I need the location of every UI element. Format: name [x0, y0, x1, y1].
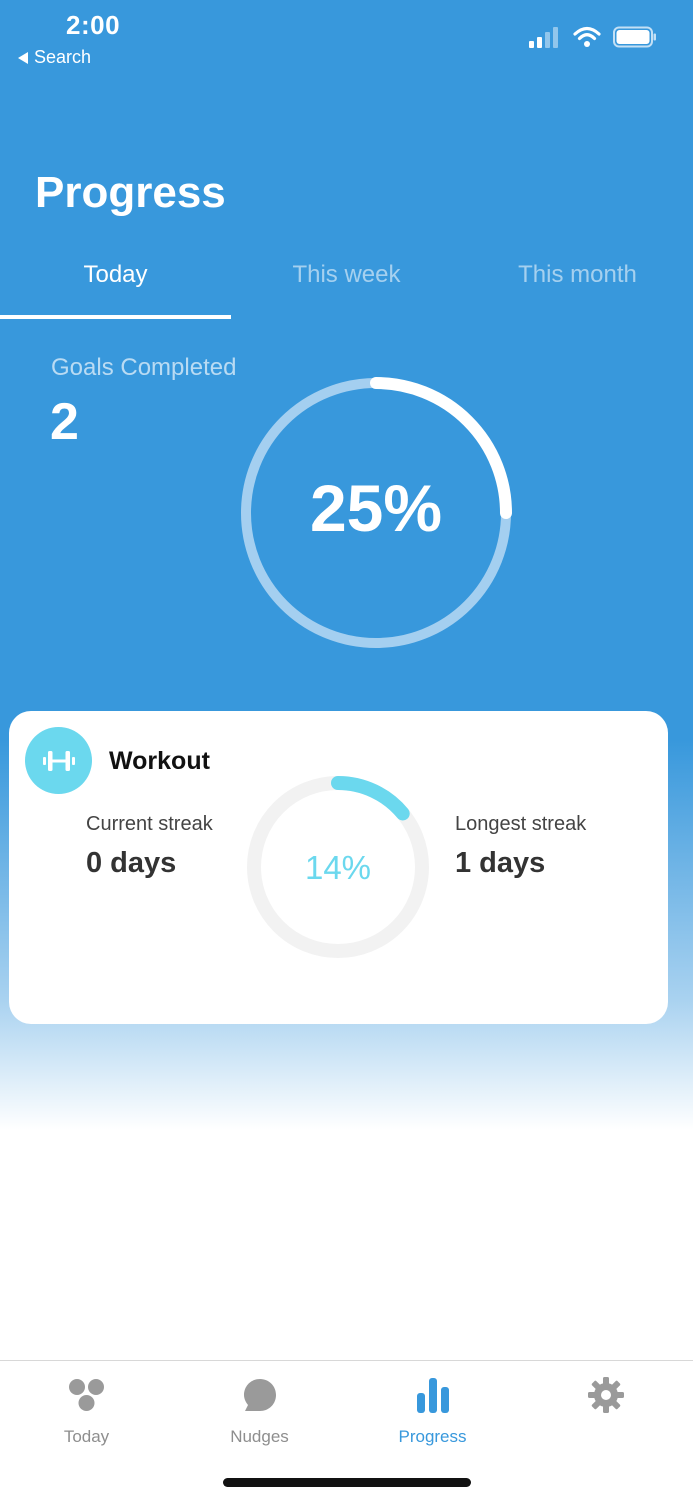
goals-completed-label: Goals Completed: [51, 354, 237, 381]
tabbar-label-today: Today: [63, 1427, 110, 1446]
period-tabs: Today This week This month: [0, 255, 693, 319]
tab-this-week[interactable]: This week: [231, 255, 462, 319]
status-icons: [529, 26, 657, 48]
wifi-icon: [573, 26, 601, 47]
status-time: 2:00: [66, 10, 121, 40]
dumbbell-icon: [42, 750, 75, 771]
back-to-search-button[interactable]: Search: [18, 47, 91, 68]
signal-icon: [529, 27, 558, 48]
longest-streak-label: Longest streak: [455, 813, 587, 835]
workout-ring-progress: [331, 776, 410, 821]
workout-title: Workout: [109, 747, 210, 775]
tabbar-label-nudges: Nudges: [230, 1427, 289, 1446]
longest-streak-value: 1 days: [455, 847, 546, 879]
current-streak-value: 0 days: [86, 847, 177, 879]
bar-chart-icon: [416, 1378, 449, 1413]
back-arrow-icon: [18, 51, 28, 64]
chat-bubble-icon: [243, 1379, 276, 1411]
current-streak-label: Current streak: [86, 813, 213, 835]
tab-this-month[interactable]: This month: [462, 255, 693, 319]
tabbar-item-progress[interactable]: Progress: [346, 1373, 519, 1447]
gear-icon: [587, 1377, 624, 1413]
tabbar-item-nudges[interactable]: Nudges: [173, 1373, 346, 1447]
bottom-tab-bar: Today Nudges Progress: [0, 1360, 693, 1500]
tabbar-label-progress: Progress: [398, 1427, 467, 1446]
page-title: Progress: [35, 168, 226, 217]
workout-icon-badge: [25, 727, 92, 794]
overall-percent: 25%: [309, 471, 443, 545]
tabbar-item-today[interactable]: Today: [0, 1373, 173, 1447]
battery-icon: [613, 26, 656, 48]
home-indicator: [223, 1478, 471, 1487]
workout-percent: 14%: [304, 849, 372, 886]
dots-cluster-icon: [68, 1379, 104, 1411]
back-label: Search: [34, 47, 92, 67]
workout-card[interactable]: Workout Current streak 0 days 14% Longes…: [9, 711, 668, 1024]
tabbar-item-settings[interactable]: [519, 1373, 692, 1427]
goals-completed-value: 2: [50, 393, 79, 451]
tab-today[interactable]: Today: [0, 255, 231, 319]
